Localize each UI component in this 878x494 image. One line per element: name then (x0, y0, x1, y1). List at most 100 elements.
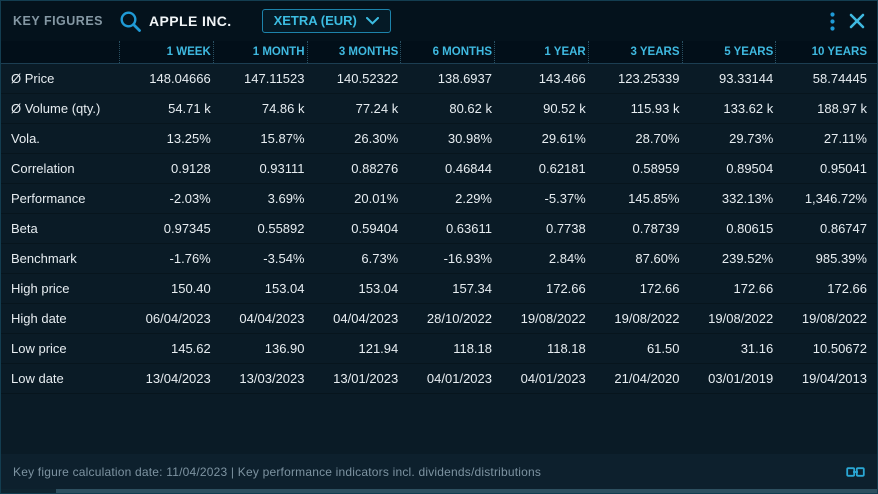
table-cell: 19/08/2022 (588, 311, 682, 326)
table-cell: 985.39% (775, 251, 869, 266)
table-cell: 26.30% (307, 131, 401, 146)
close-button[interactable] (849, 13, 865, 29)
column-header: 1 WEEK (119, 41, 213, 63)
row-label: Benchmark (1, 251, 119, 266)
table-row: High price 150.40153.04153.04157.34172.6… (1, 274, 877, 304)
table-cell: 2.84% (494, 251, 588, 266)
table-cell: 148.04666 (119, 71, 213, 86)
table-cell: 172.66 (775, 281, 869, 296)
table-cell: 90.52 k (494, 101, 588, 116)
table-row: Correlation 0.91280.931110.882760.468440… (1, 154, 877, 184)
chevron-down-icon (366, 17, 379, 25)
key-figures-widget: KEY FIGURES APPLE INC. XETRA (EUR) (0, 0, 878, 494)
table-row: High date 06/04/202304/04/202304/04/2023… (1, 304, 877, 334)
table-cell: 20.01% (307, 191, 401, 206)
instrument-name: APPLE INC. (149, 13, 232, 29)
widget-title: KEY FIGURES (13, 14, 103, 28)
table-cell: 0.80615 (682, 221, 776, 236)
table-cell: 157.34 (400, 281, 494, 296)
table-cell: 30.98% (400, 131, 494, 146)
column-header: 1 YEAR (494, 41, 588, 63)
table-cell: 06/04/2023 (119, 311, 213, 326)
table-cell: 04/04/2023 (307, 311, 401, 326)
column-header: 6 MONTHS (400, 41, 494, 63)
table-cell: 27.11% (775, 131, 869, 146)
column-header: 10 YEARS (775, 41, 869, 63)
table-cell: 03/01/2019 (682, 371, 776, 386)
table-cell: 87.60% (588, 251, 682, 266)
table-cell: 115.93 k (588, 101, 682, 116)
table-cell: 239.52% (682, 251, 776, 266)
table-cell: 93.33144 (682, 71, 776, 86)
table-cell: 0.93111 (213, 161, 307, 176)
table-cell: 0.9128 (119, 161, 213, 176)
table-cell: 04/01/2023 (494, 371, 588, 386)
table-cell: 118.18 (494, 341, 588, 356)
table-cell: -3.54% (213, 251, 307, 266)
column-header: 3 MONTHS (307, 41, 401, 63)
table-cell: 04/01/2023 (400, 371, 494, 386)
table-cell: -1.76% (119, 251, 213, 266)
table-header-row: 1 WEEK1 MONTH3 MONTHS6 MONTHS1 YEAR3 YEA… (1, 41, 877, 64)
table-cell: 0.62181 (494, 161, 588, 176)
table-cell: -16.93% (400, 251, 494, 266)
search-icon (119, 10, 142, 33)
table-cell: 19/08/2022 (494, 311, 588, 326)
column-header: 3 YEARS (588, 41, 682, 63)
search-button[interactable] (119, 10, 142, 33)
row-label: Vola. (1, 131, 119, 146)
table-cell: 13/04/2023 (119, 371, 213, 386)
table-cell: 77.24 k (307, 101, 401, 116)
table-cell: 0.78739 (588, 221, 682, 236)
table-cell: 28/10/2022 (400, 311, 494, 326)
table-row: Vola. 13.25%15.87%26.30%30.98%29.61%28.7… (1, 124, 877, 154)
widget-header-bar: KEY FIGURES APPLE INC. XETRA (EUR) (1, 1, 877, 41)
table-row: Beta 0.973450.558920.594040.636110.77380… (1, 214, 877, 244)
table-cell: 0.55892 (213, 221, 307, 236)
table-cell: 28.70% (588, 131, 682, 146)
footer-bar: Key figure calculation date: 11/04/2023 … (1, 454, 877, 489)
table-cell: 0.59404 (307, 221, 401, 236)
footer-note: Key figure calculation date: 11/04/2023 … (13, 465, 541, 479)
table-cell: 13/03/2023 (213, 371, 307, 386)
table-cell: 2.29% (400, 191, 494, 206)
table-cell: 74.86 k (213, 101, 307, 116)
table-cell: 0.89504 (682, 161, 776, 176)
table-cell: 21/04/2020 (588, 371, 682, 386)
table-cell: 15.87% (213, 131, 307, 146)
table-cell: 150.40 (119, 281, 213, 296)
table-row: Ø Price 148.04666147.11523140.52322138.6… (1, 64, 877, 94)
row-label: Ø Price (1, 71, 119, 86)
horizontal-scrollbar-thumb[interactable] (56, 489, 877, 493)
link-windows-button[interactable] (846, 465, 865, 479)
table-cell: 0.97345 (119, 221, 213, 236)
table-row: Performance -2.03%3.69%20.01%2.29%-5.37%… (1, 184, 877, 214)
table-cell: 31.16 (682, 341, 776, 356)
row-label: Performance (1, 191, 119, 206)
table-cell: 0.63611 (400, 221, 494, 236)
table-row: Low date 13/04/202313/03/202313/01/20230… (1, 364, 877, 394)
table-cell: 04/04/2023 (213, 311, 307, 326)
table-cell: 29.73% (682, 131, 776, 146)
table-cell: 140.52322 (307, 71, 401, 86)
column-header: 5 YEARS (682, 41, 776, 63)
table-cell: 143.466 (494, 71, 588, 86)
table-cell: 80.62 k (400, 101, 494, 116)
table-row: Low price 145.62136.90121.94118.18118.18… (1, 334, 877, 364)
row-label: Beta (1, 221, 119, 236)
table-cell: 172.66 (494, 281, 588, 296)
table-cell: 172.66 (682, 281, 776, 296)
table-cell: 0.86747 (775, 221, 869, 236)
exchange-select[interactable]: XETRA (EUR) (262, 9, 391, 33)
link-icon (846, 465, 865, 479)
table-cell: 6.73% (307, 251, 401, 266)
table-cell: 153.04 (213, 281, 307, 296)
table-cell: 19/04/2013 (775, 371, 869, 386)
table-cell: 145.62 (119, 341, 213, 356)
close-icon (849, 13, 865, 29)
table-cell: 332.13% (682, 191, 776, 206)
options-menu-button[interactable] (830, 12, 835, 31)
table-cell: 147.11523 (213, 71, 307, 86)
table-cell: 0.58959 (588, 161, 682, 176)
table-cell: 0.88276 (307, 161, 401, 176)
